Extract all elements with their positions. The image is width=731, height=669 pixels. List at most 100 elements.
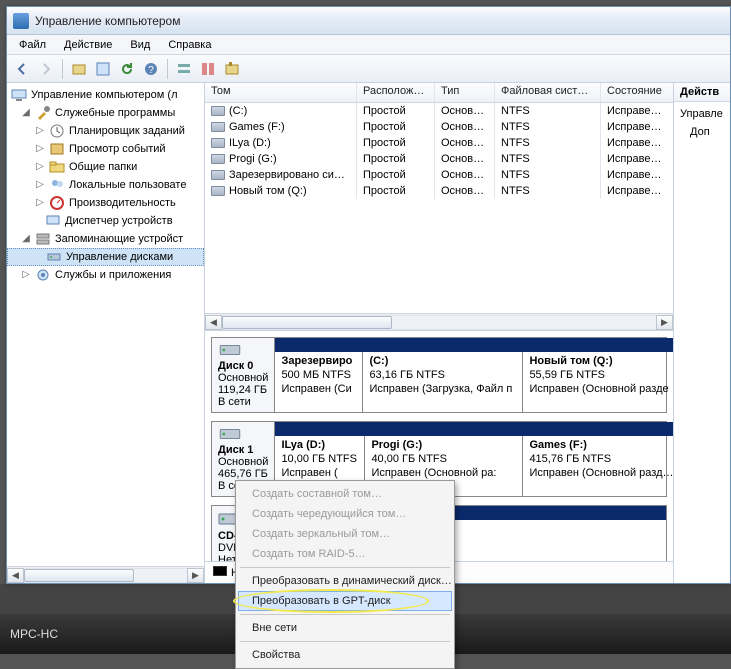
collapse-icon[interactable]: ◢ (21, 233, 31, 245)
col-layout[interactable]: Расположение (357, 83, 435, 102)
view-graphic-button[interactable] (197, 58, 219, 80)
volume-list-body[interactable]: (C:)ПростойОсновнойNTFSИсправен (Загрузк… (205, 103, 673, 313)
ctx-convert-dynamic[interactable]: Преобразовать в динамический диск… (238, 571, 452, 591)
tree-diskmgmt[interactable]: Управление дисками (7, 248, 204, 266)
tree-shared[interactable]: ▷ Общие папки (7, 158, 204, 176)
help-button[interactable]: ? (140, 58, 162, 80)
col-status[interactable]: Состояние (601, 83, 673, 102)
refresh-button[interactable] (116, 58, 138, 80)
actions-pane: Действ Управле Доп (674, 83, 730, 583)
partition[interactable]: Зарезервиро500 МБ NTFSИсправен (Си (275, 352, 363, 412)
table-row[interactable]: Новый том (Q:)ПростойОсновнойNTFSИсправе… (205, 183, 673, 199)
scroll-left-icon[interactable]: ◀ (205, 315, 222, 330)
scroll-track[interactable] (24, 568, 187, 583)
volume-icon (211, 138, 225, 148)
tree-root[interactable]: Управление компьютером (л (7, 86, 204, 104)
tree-label: Производительность (69, 197, 176, 209)
table-row[interactable]: (C:)ПростойОсновнойNTFSИсправен (Загрузк… (205, 103, 673, 119)
menu-action[interactable]: Действие (56, 37, 120, 53)
tree-perf[interactable]: ▷ Производительность (7, 194, 204, 212)
tree-users[interactable]: ▷ Локальные пользовате (7, 176, 204, 194)
navigation-tree[interactable]: Управление компьютером (л ◢ Служебные пр… (7, 83, 205, 583)
disk-icon (218, 426, 242, 442)
volume-icon (211, 186, 225, 196)
computer-icon (11, 87, 27, 103)
tree-scheduler[interactable]: ▷ Планировщик заданий (7, 122, 204, 140)
scroll-track[interactable] (222, 315, 656, 330)
storage-icon (35, 231, 51, 247)
disk-topbar (275, 422, 673, 436)
partition[interactable]: (C:)63,16 ГБ NTFSИсправен (Загрузка, Фай… (363, 352, 523, 412)
event-icon (49, 141, 65, 157)
scroll-right-icon[interactable]: ▶ (187, 568, 204, 583)
scroll-right-icon[interactable]: ▶ (656, 315, 673, 330)
col-fs[interactable]: Файловая система (495, 83, 601, 102)
col-type[interactable]: Тип (435, 83, 495, 102)
tree-services-group[interactable]: ▷ Службы и приложения (7, 266, 204, 284)
svg-text:?: ? (148, 65, 154, 76)
actions-header: Действ (674, 83, 730, 102)
collapse-icon[interactable]: ◢ (21, 107, 31, 119)
partition[interactable]: Новый том (Q:)55,59 ГБ NTFSИсправен (Осн… (523, 352, 673, 412)
perf-icon (49, 195, 65, 211)
tree-label: Локальные пользовате (69, 179, 186, 191)
tree-eventviewer[interactable]: ▷ Просмотр событий (7, 140, 204, 158)
volume-list-header[interactable]: Том Расположение Тип Файловая система Со… (205, 83, 673, 103)
actions-item[interactable]: Управле (680, 106, 724, 124)
disk-topbar (275, 338, 673, 352)
tree-root-label: Управление компьютером (л (31, 89, 178, 101)
app-icon (13, 13, 29, 29)
expand-icon[interactable]: ▷ (21, 269, 31, 281)
settings-button[interactable] (221, 58, 243, 80)
menu-file[interactable]: Файл (11, 37, 54, 53)
expand-icon[interactable]: ▷ (35, 161, 45, 173)
tree-storage-group[interactable]: ◢ Запоминающие устройст (7, 230, 204, 248)
tree-label: Диспетчер устройств (65, 215, 173, 227)
titlebar[interactable]: Управление компьютером (7, 7, 730, 35)
table-row[interactable]: Зарезервировано системойПростойОсновнойN… (205, 167, 673, 183)
scroll-thumb[interactable] (24, 569, 134, 582)
ctx-properties[interactable]: Свойства (238, 645, 452, 665)
up-button[interactable] (68, 58, 90, 80)
table-row[interactable]: ILya (D:)ПростойОсновнойNTFSИсправен (Ос… (205, 135, 673, 151)
scroll-left-icon[interactable]: ◀ (7, 568, 24, 583)
tree-label: Просмотр событий (69, 143, 166, 155)
back-button[interactable] (11, 58, 33, 80)
tree-service-group[interactable]: ◢ Служебные программы (7, 104, 204, 122)
table-row[interactable]: Games (F:)ПростойОсновнойNTFSИсправен (О… (205, 119, 673, 135)
users-icon (49, 177, 65, 193)
ctx-separator (240, 614, 450, 615)
col-volume[interactable]: Том (205, 83, 357, 102)
scroll-thumb[interactable] (222, 316, 392, 329)
volume-list-hscroll[interactable]: ◀ ▶ (205, 313, 673, 330)
ctx-raid5-volume: Создать том RAID-5… (238, 544, 452, 564)
ctx-spanned-volume: Создать составной том… (238, 484, 452, 504)
menubar: Файл Действие Вид Справка (7, 35, 730, 55)
table-row[interactable]: Progi (G:)ПростойОсновнойNTFSИсправен (О… (205, 151, 673, 167)
disk-row[interactable]: Диск 0Основной119,24 ГБВ сетиЗарезервиро… (211, 337, 667, 413)
menu-view[interactable]: Вид (122, 37, 158, 53)
view-list-button[interactable] (173, 58, 195, 80)
volume-icon (211, 170, 225, 180)
ctx-separator (240, 567, 450, 568)
ctx-offline[interactable]: Вне сети (238, 618, 452, 638)
tree-hscroll[interactable]: ◀ ▶ (7, 566, 204, 583)
expand-icon[interactable]: ▷ (35, 143, 45, 155)
disk-header[interactable]: Диск 0Основной119,24 ГБВ сети (212, 338, 275, 412)
menu-help[interactable]: Справка (160, 37, 219, 53)
mpc-hc-label: MPC-HC (10, 627, 58, 641)
forward-button[interactable] (35, 58, 57, 80)
expand-icon[interactable]: ▷ (35, 125, 45, 137)
ctx-separator (240, 641, 450, 642)
ctx-convert-gpt[interactable]: Преобразовать в GPT-диск (238, 591, 452, 611)
volume-icon (211, 106, 225, 116)
actions-item[interactable]: Доп (680, 124, 724, 142)
tree-label: Служебные программы (55, 107, 175, 119)
partition[interactable]: Games (F:)415,76 ГБ NTFSИсправен (Основн… (523, 436, 673, 496)
properties-button[interactable] (92, 58, 114, 80)
tree-label: Службы и приложения (55, 269, 171, 281)
expand-icon[interactable]: ▷ (35, 197, 45, 209)
volume-list: Том Расположение Тип Файловая система Со… (205, 83, 673, 331)
expand-icon[interactable]: ▷ (35, 179, 45, 191)
tree-devmgr[interactable]: Диспетчер устройств (7, 212, 204, 230)
